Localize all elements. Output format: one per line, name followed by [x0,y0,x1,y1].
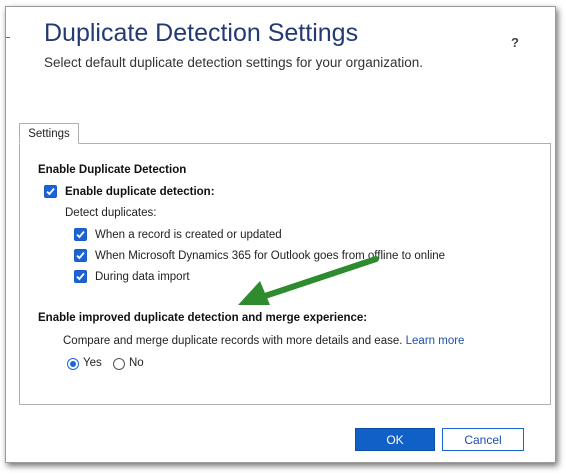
cancel-button[interactable]: Cancel [442,428,524,451]
edge-mark [6,37,10,38]
data-import-label: During data import [95,271,190,283]
dialog-subtitle: Select default duplicate detection setti… [44,55,423,70]
check-icon [76,231,85,239]
tab-settings[interactable]: Settings [19,123,79,144]
improved-description: Compare and merge duplicate records with… [63,335,464,347]
green-arrow-icon [238,256,379,305]
improved-description-text: Compare and merge duplicate records with… [63,335,403,347]
enable-detection-checkbox[interactable] [44,185,57,198]
check-icon [76,273,85,281]
yes-label: Yes [83,357,102,369]
check-icon [76,252,85,260]
created-updated-checkbox[interactable] [74,228,87,241]
ok-button[interactable]: OK [355,428,435,451]
no-radio[interactable] [113,358,125,370]
learn-more-link[interactable]: Learn more [406,335,465,347]
data-import-checkbox[interactable] [74,270,87,283]
detection-section-title: Enable Duplicate Detection [38,164,187,176]
detect-duplicates-label: Detect duplicates: [65,207,157,219]
no-label: No [129,357,144,369]
outlook-offline-checkbox[interactable] [74,249,87,262]
yes-radio[interactable] [67,358,79,370]
enable-detection-label: Enable duplicate detection: [65,186,215,198]
check-icon [46,188,55,196]
improved-section-title: Enable improved duplicate detection and … [38,312,368,324]
help-icon[interactable]: ? [511,35,519,50]
dialog-title: Duplicate Detection Settings [44,19,359,47]
dialog: Duplicate Detection Settings Select defa… [5,6,556,463]
created-updated-label: When a record is created or updated [95,229,282,241]
